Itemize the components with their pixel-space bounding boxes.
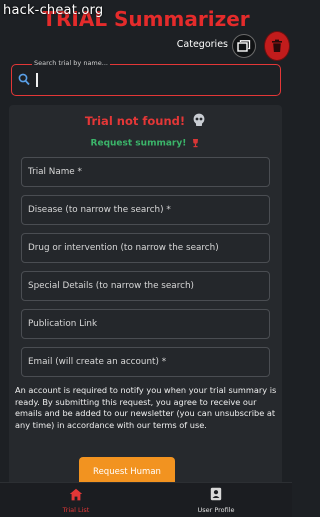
nav-trial-list-label: Trial List: [62, 506, 90, 514]
not-found-text: Trial not found!: [84, 114, 186, 128]
drug-intervention-field[interactable]: Drug or intervention (to narrow the sear…: [21, 233, 270, 263]
email-label: Email (will create an account) *: [28, 357, 167, 367]
not-found-message: Trial not found!: [9, 113, 282, 129]
drug-intervention-label: Drug or intervention (to narrow the sear…: [28, 243, 219, 253]
publication-link-field[interactable]: Publication Link: [21, 309, 270, 339]
request-card: Trial not found! Request summary! Trial …: [9, 105, 282, 500]
trial-name-label: Trial Name *: [28, 167, 82, 177]
text-cursor: [36, 73, 38, 87]
folders-icon: [237, 40, 251, 52]
nav-trial-list[interactable]: Trial List: [46, 486, 106, 514]
special-details-label: Special Details (to narrow the search): [28, 281, 194, 291]
account-notice: An account is required to notify you whe…: [15, 385, 277, 430]
request-summary-link[interactable]: Request summary!: [9, 138, 282, 149]
search-field[interactable]: Search trial by name...: [11, 59, 281, 96]
categories-button[interactable]: [232, 34, 256, 58]
trash-icon: [272, 39, 282, 52]
nav-user-profile-label: User Profile: [197, 506, 235, 514]
trophy-icon: [193, 139, 199, 148]
trial-name-field[interactable]: Trial Name *: [21, 157, 270, 187]
home-icon: [69, 488, 83, 501]
disease-field[interactable]: Disease (to narrow the search) *: [21, 195, 270, 225]
search-label: Search trial by name...: [32, 59, 110, 67]
search-icon: [18, 73, 30, 86]
skull-icon: [193, 113, 205, 126]
special-details-field[interactable]: Special Details (to narrow the search): [21, 271, 270, 301]
disease-label: Disease (to narrow the search) *: [28, 205, 171, 215]
publication-link-label: Publication Link: [28, 319, 98, 329]
watermark-text: hack-cheat.org: [3, 3, 104, 18]
email-field[interactable]: Email (will create an account) *: [21, 347, 270, 377]
user-badge-icon: [210, 487, 222, 501]
delete-button[interactable]: [264, 31, 290, 61]
nav-user-profile[interactable]: User Profile: [186, 486, 246, 514]
categories-label: Categories: [176, 39, 228, 50]
request-summary-text: Request summary!: [90, 138, 187, 149]
bottom-navigation: Trial List User Profile: [0, 482, 292, 517]
